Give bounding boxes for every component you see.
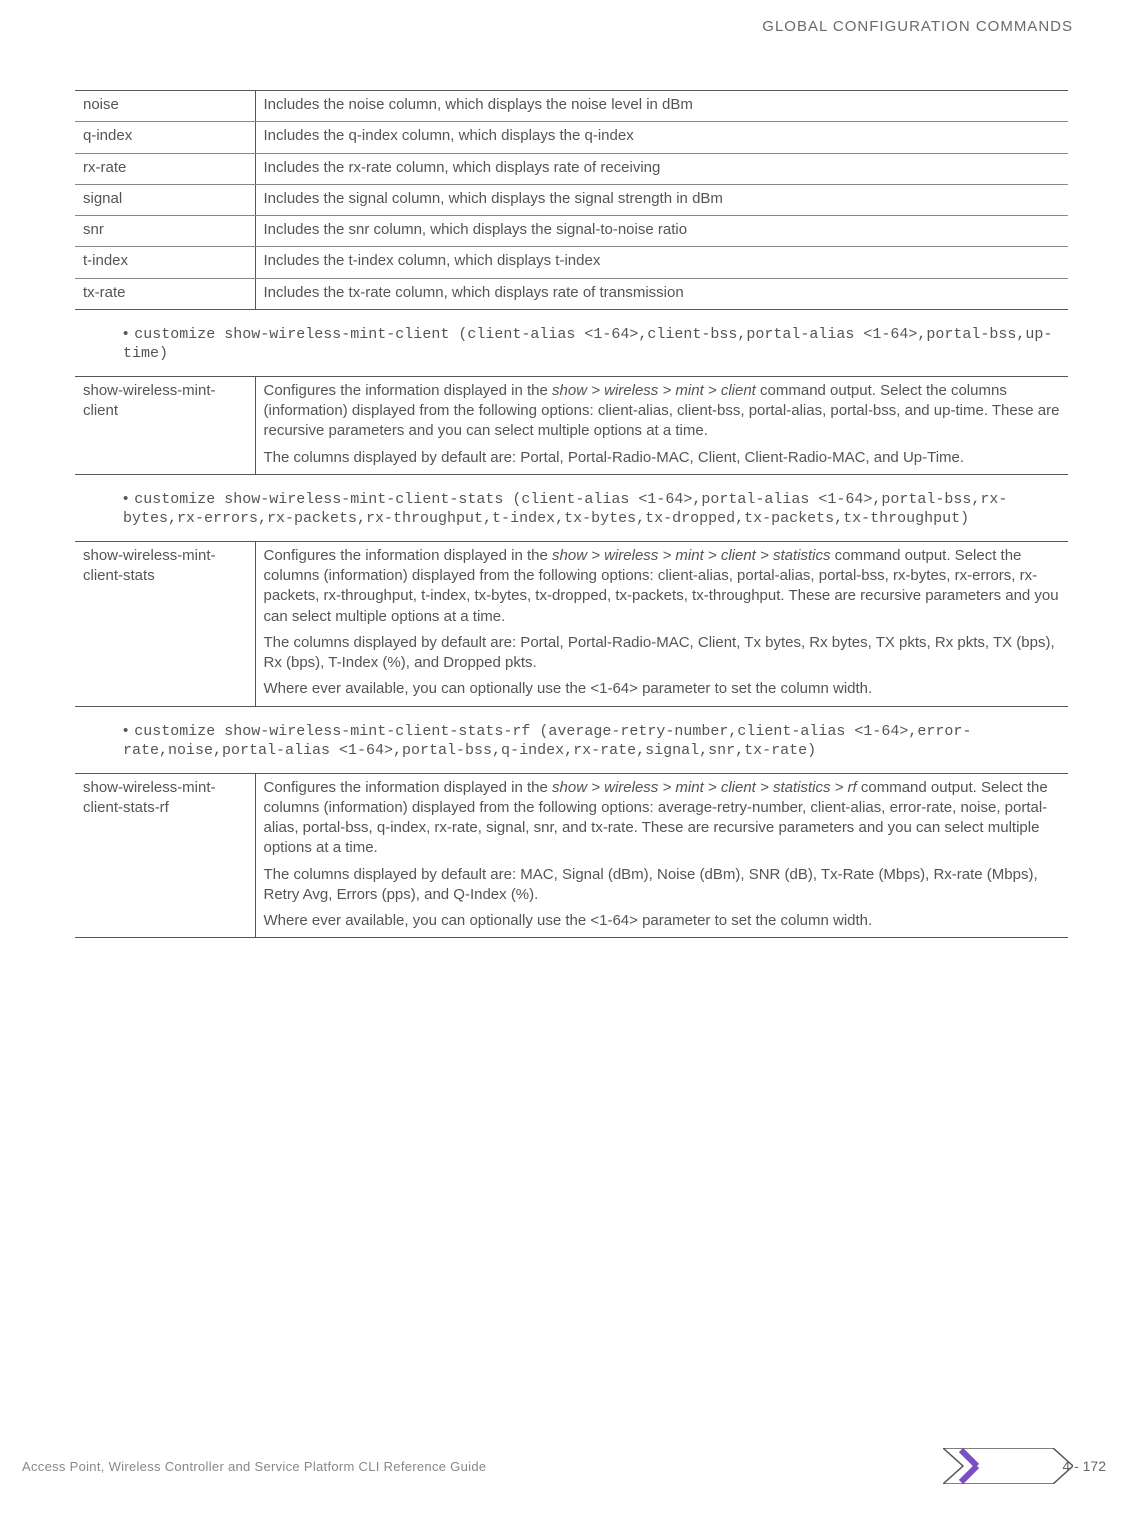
param-desc: Includes the snr column, which displays … <box>255 216 1068 247</box>
param-desc: Includes the noise column, which display… <box>255 91 1068 122</box>
param-name: t-index <box>75 247 255 278</box>
table-row: rx-rateIncludes the rx-rate column, whic… <box>75 153 1068 184</box>
text: Configures the information displayed in … <box>264 779 553 796</box>
param-name: show-wireless-mint-client <box>75 376 255 474</box>
table-row: snrIncludes the snr column, which displa… <box>75 216 1068 247</box>
param-name: signal <box>75 184 255 215</box>
text: The columns displayed by default are: Po… <box>264 448 1061 468</box>
command-path: show > wireless > mint > client > statis… <box>552 779 857 796</box>
page-content: noiseIncludes the noise column, which di… <box>0 35 1128 938</box>
syntax-text: customize show-wireless-mint-client-stat… <box>123 491 1007 528</box>
text: The columns displayed by default are: Po… <box>264 633 1061 674</box>
syntax-bullet: •customize show-wireless-mint-client-sta… <box>75 489 1068 541</box>
param-desc: Includes the tx-rate column, which displ… <box>255 278 1068 309</box>
table-row: show-wireless-mint-client-stats-rf Confi… <box>75 773 1068 938</box>
param-name: tx-rate <box>75 278 255 309</box>
param-desc: Includes the rx-rate column, which displ… <box>255 153 1068 184</box>
param-desc: Includes the signal column, which displa… <box>255 184 1068 215</box>
command-path: show > wireless > mint > client <box>552 382 756 399</box>
param-name: noise <box>75 91 255 122</box>
table-row: show-wireless-mint-client Configures the… <box>75 376 1068 474</box>
param-name: show-wireless-mint-client-stats-rf <box>75 773 255 938</box>
param-desc: Configures the information displayed in … <box>255 376 1068 474</box>
table-row: t-indexIncludes the t-index column, whic… <box>75 247 1068 278</box>
param-table-4: show-wireless-mint-client-stats-rf Confi… <box>75 773 1068 939</box>
syntax-bullet: •customize show-wireless-mint-client-sta… <box>75 721 1068 773</box>
param-desc: Includes the q-index column, which displ… <box>255 122 1068 153</box>
text: Configures the information displayed in … <box>264 382 553 399</box>
text: Configures the information displayed in … <box>264 547 553 564</box>
param-table-2: show-wireless-mint-client Configures the… <box>75 376 1068 475</box>
syntax-text: customize show-wireless-mint-client-stat… <box>123 723 971 760</box>
footer-badge-icon <box>943 1448 1073 1484</box>
page-footer: Access Point, Wireless Controller and Se… <box>0 1446 1128 1486</box>
param-name: snr <box>75 216 255 247</box>
text: The columns displayed by default are: MA… <box>264 865 1061 906</box>
param-table-3: show-wireless-mint-client-stats Configur… <box>75 541 1068 707</box>
table-row: noiseIncludes the noise column, which di… <box>75 91 1068 122</box>
page-number: 4 - 172 <box>1062 1458 1106 1474</box>
param-name: show-wireless-mint-client-stats <box>75 541 255 706</box>
table-row: show-wireless-mint-client-stats Configur… <box>75 541 1068 706</box>
table-row: q-indexIncludes the q-index column, whic… <box>75 122 1068 153</box>
param-desc: Configures the information displayed in … <box>255 773 1068 938</box>
param-desc: Configures the information displayed in … <box>255 541 1068 706</box>
syntax-bullet: •customize show-wireless-mint-client (cl… <box>75 324 1068 376</box>
table-row: signalIncludes the signal column, which … <box>75 184 1068 215</box>
footer-text: Access Point, Wireless Controller and Se… <box>22 1459 486 1474</box>
command-path: show > wireless > mint > client > statis… <box>552 547 830 564</box>
param-desc: Includes the t-index column, which displ… <box>255 247 1068 278</box>
text: Where ever available, you can optionally… <box>264 679 1061 699</box>
page-header: GLOBAL CONFIGURATION COMMANDS <box>0 0 1128 35</box>
param-table-1: noiseIncludes the noise column, which di… <box>75 90 1068 310</box>
param-name: rx-rate <box>75 153 255 184</box>
text: Where ever available, you can optionally… <box>264 911 1061 931</box>
table-row: tx-rateIncludes the tx-rate column, whic… <box>75 278 1068 309</box>
param-name: q-index <box>75 122 255 153</box>
syntax-text: customize show-wireless-mint-client (cli… <box>123 326 1052 363</box>
